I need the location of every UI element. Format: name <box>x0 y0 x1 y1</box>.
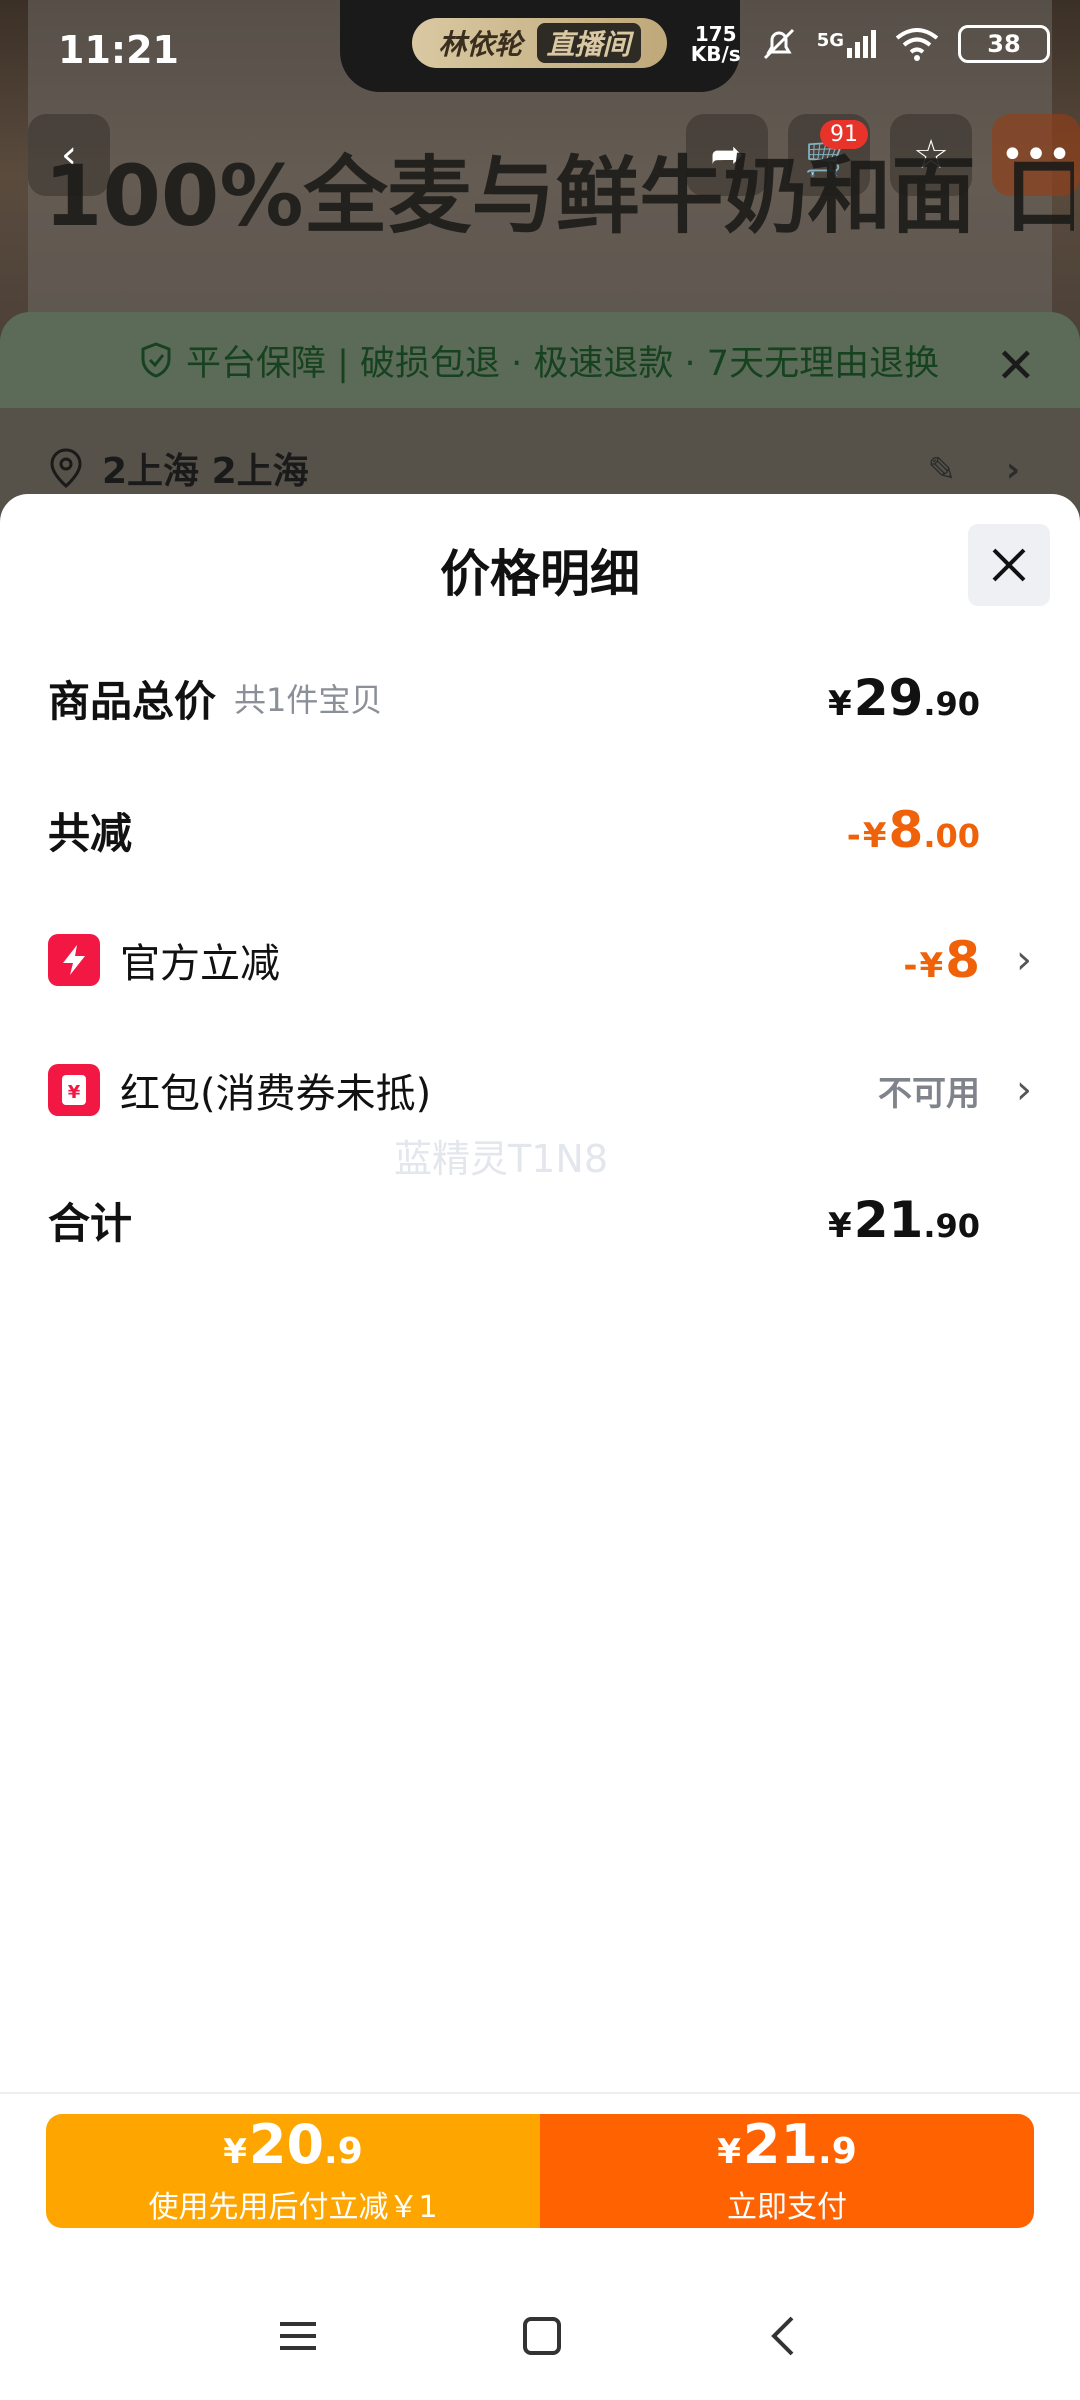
chevron-right-icon: › <box>1005 450 1020 490</box>
pay-now-button[interactable]: ¥ 21 .9 立即支付 <box>540 2114 1034 2228</box>
goods-total-row: 商品总价 共1件宝贝 ¥ 29 .90 <box>48 658 1032 738</box>
menu-icon[interactable] <box>276 2316 320 2356</box>
total-discount-label: 共减 <box>48 808 133 858</box>
net-speed: 175 KB/s <box>690 22 741 66</box>
system-nav-bar <box>0 2272 1080 2400</box>
pay-later-price: ¥ 20 .9 <box>223 2114 363 2176</box>
goods-count: 共1件宝贝 <box>234 681 383 719</box>
grand-total-row: 合计 ¥ 21 .90 <box>48 1180 1032 1260</box>
grand-total-label: 合计 <box>48 1198 133 1248</box>
pay-now-label: 立即支付 <box>727 2189 847 2225</box>
total-discount-row: 共减 - ¥ 8 .00 <box>48 790 1032 870</box>
pay-later-label: 使用先用后付立减￥1 <box>148 2189 438 2225</box>
battery-indicator: 38 <box>958 25 1050 63</box>
red-packet-label: 红包(消费券未抵) <box>120 1071 432 1117</box>
status-time: 11:21 <box>58 28 179 72</box>
red-packet-icon: ¥ <box>48 1064 100 1116</box>
signal-icon: 5G <box>817 30 876 58</box>
chevron-right-icon: › <box>1016 937 1032 983</box>
pay-later-button[interactable]: ¥ 20 .9 使用先用后付立减￥1 <box>46 2114 540 2228</box>
watermark: 蓝精灵T1N8 <box>394 1137 608 1181</box>
payment-bar: ¥ 20 .9 使用先用后付立减￥1 ¥ 21 .9 立即支付 <box>46 2114 1034 2228</box>
red-packet-row[interactable]: ¥ 红包(消费券未抵) 不可用 › <box>48 1050 1032 1130</box>
pay-now-price: ¥ 21 .9 <box>717 2114 857 2176</box>
chevron-right-icon: › <box>1016 1067 1032 1113</box>
lightning-icon <box>48 934 100 986</box>
goods-total-label: 商品总价 <box>48 676 217 726</box>
divider <box>0 2092 1080 2094</box>
shield-icon <box>141 342 171 378</box>
home-icon[interactable] <box>520 2314 564 2358</box>
guarantee-banner: 平台保障 | 破损包退 · 极速退款 · 7天无理由退换 ✕ <box>0 312 1080 408</box>
svg-text:¥: ¥ <box>68 1082 81 1103</box>
goods-total-value: ¥ 29 .90 <box>828 669 980 727</box>
red-packet-status: 不可用 <box>878 1073 980 1114</box>
edit-icon[interactable]: ✎ <box>927 450 956 490</box>
official-discount-value: - ¥ 8 <box>903 931 980 989</box>
address-text: 2上海 2上海 <box>102 451 309 492</box>
status-bar: 11:21 175 KB/s 5G 38 <box>0 0 1080 100</box>
wifi-icon <box>895 28 939 61</box>
guarantee-text: 平台保障 | 破损包退 · 极速退款 · 7天无理由退换 <box>186 343 940 384</box>
total-discount-value: - ¥ 8 .00 <box>846 801 980 859</box>
close-sheet-button[interactable] <box>968 524 1050 606</box>
official-discount-row[interactable]: 官方立减 - ¥ 8 › <box>48 920 1032 1000</box>
product-headline: 100%全麦与鲜牛奶和面 口感软糯醇香，配料表干净 <box>44 147 1074 245</box>
sheet-title: 价格明细 <box>440 545 640 603</box>
location-pin-icon <box>50 448 82 488</box>
official-discount-label: 官方立减 <box>120 941 280 987</box>
close-icon <box>992 548 1026 582</box>
back-icon[interactable] <box>764 2314 804 2358</box>
mute-icon <box>763 28 794 60</box>
grand-total-value: ¥ 21 .90 <box>828 1191 980 1249</box>
close-guarantee-icon[interactable]: ✕ <box>996 338 1036 394</box>
